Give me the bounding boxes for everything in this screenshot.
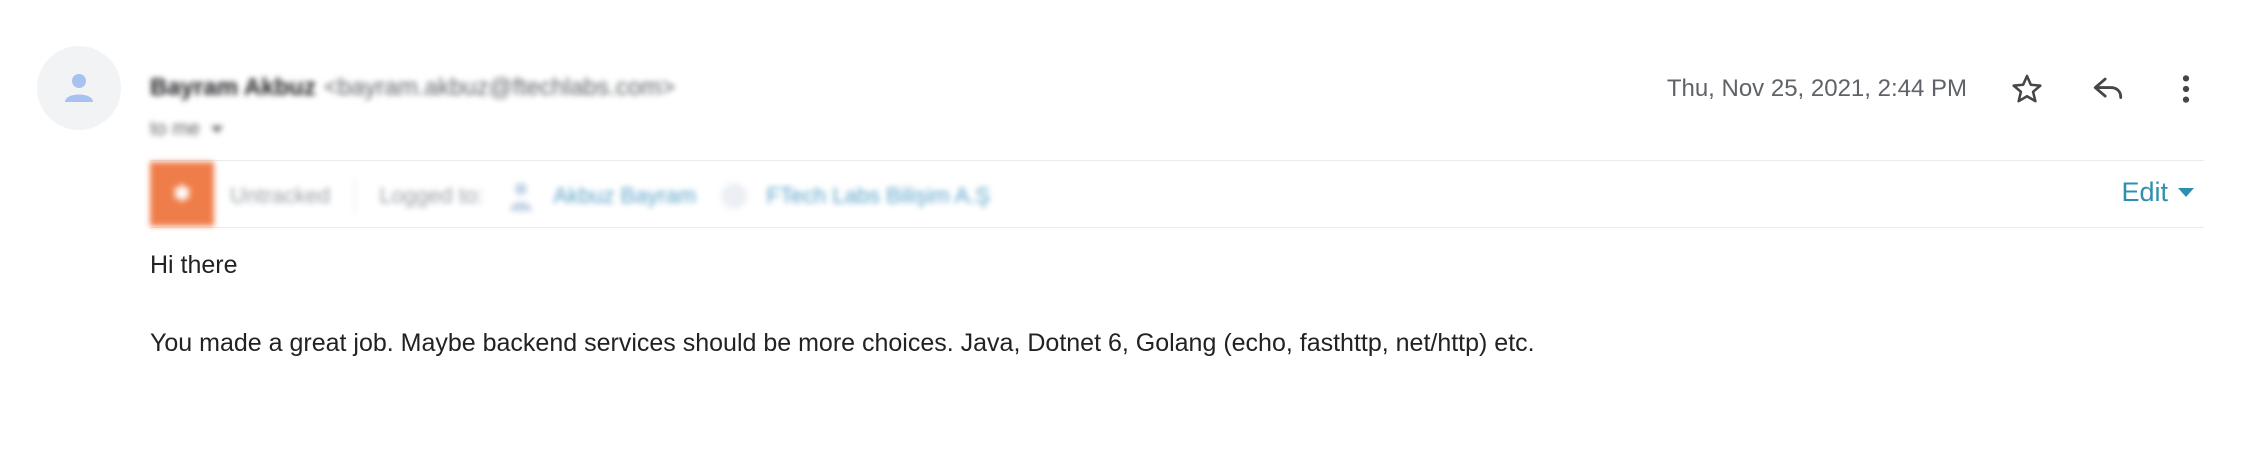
more-options-button[interactable] [2163, 66, 2209, 112]
tracking-status: Untracked [230, 183, 331, 208]
avatar[interactable] [37, 46, 121, 130]
sender-name[interactable]: Bayram Akbuz [150, 74, 316, 101]
company-name: FTech Labs Bilişim A.Ş [766, 183, 991, 208]
separator [354, 179, 356, 213]
message-body: Hi there You made a great job. Maybe bac… [150, 250, 1535, 358]
crm-fields: Untracked Logged to: Akbuz Bayram FTech … [230, 179, 990, 213]
more-vert-icon [2182, 75, 2190, 103]
reply-button[interactable] [2085, 66, 2131, 112]
star-button[interactable] [2004, 66, 2050, 112]
sprocket-icon: ✱ [172, 181, 192, 206]
recipient-label: to me [150, 118, 201, 140]
person-icon [65, 74, 93, 102]
caret-down-icon [2178, 188, 2194, 197]
recipient-line[interactable]: to me [150, 118, 224, 141]
crm-toolbar: ✱ Untracked Logged to: Akbuz Bayram FTec… [150, 161, 2204, 228]
edit-label: Edit [2121, 177, 2168, 207]
message-paragraph: You made a great job. Maybe backend serv… [150, 329, 1535, 357]
message-date: Thu, Nov 25, 2021, 2:44 PM [1666, 75, 1967, 102]
logged-to-label: Logged to: [379, 183, 484, 208]
crm-contact-link[interactable]: Akbuz Bayram [507, 179, 696, 213]
crm-logo[interactable]: ✱ [150, 162, 214, 226]
message-paragraph: Hi there [150, 251, 238, 279]
company-icon [721, 183, 748, 209]
reply-icon [2093, 77, 2123, 99]
edit-button[interactable]: Edit [2121, 177, 2194, 208]
contact-name: Akbuz Bayram [553, 183, 697, 208]
chevron-down-icon[interactable] [210, 125, 224, 135]
sender-line: Bayram Akbuz <bayram.akbuz@ftechlabs.com> [150, 74, 675, 102]
star-icon [2012, 74, 2042, 103]
crm-company-link[interactable]: FTech Labs Bilişim A.Ş [720, 179, 990, 213]
contact-icon [510, 183, 533, 211]
sender-email: <bayram.akbuz@ftechlabs.com> [323, 74, 676, 101]
